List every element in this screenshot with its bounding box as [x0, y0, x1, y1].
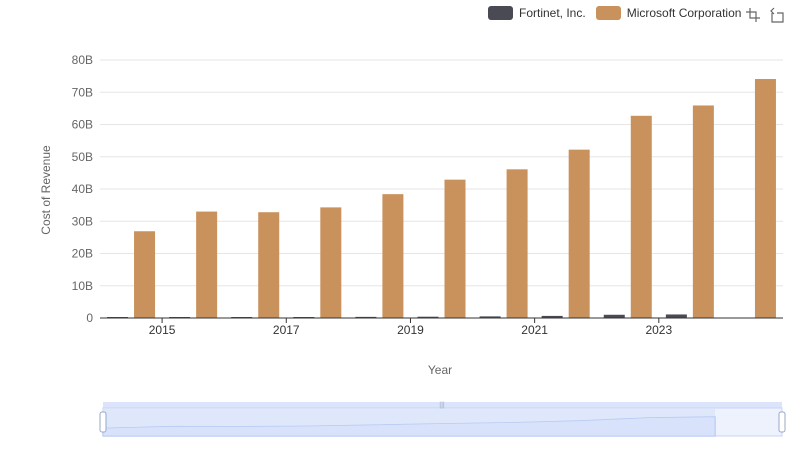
x-tick-label: 2021 [521, 323, 548, 337]
x-tick-label: 2015 [149, 323, 176, 337]
y-tick-label: 10B [72, 279, 93, 293]
zoom-select-icon[interactable] [744, 6, 762, 24]
y-tick-label: 0 [86, 311, 93, 325]
y-tick-label: 40B [72, 182, 93, 196]
x-axis-label: Year [428, 363, 452, 377]
y-axis: 0 10B 20B 30B 40B 50B 60B 70B 80B [72, 53, 94, 325]
zoom-handle-right[interactable] [778, 411, 786, 433]
bar-microsoft-2023[interactable] [692, 105, 714, 318]
bar-microsoft-2020[interactable] [506, 169, 528, 318]
zoom-grip[interactable]: ||| [439, 402, 445, 409]
legend-item-fortinet[interactable]: Fortinet, Inc. [488, 6, 586, 20]
legend-label-fortinet: Fortinet, Inc. [519, 6, 586, 20]
legend-swatch-fortinet [488, 6, 513, 20]
bar-microsoft-2022[interactable] [630, 115, 652, 318]
zoom-selected-range[interactable] [103, 408, 715, 436]
bar-microsoft-2018[interactable] [382, 194, 404, 318]
bar-microsoft-2016[interactable] [258, 212, 280, 318]
y-tick-label: 60B [72, 118, 93, 132]
legend-item-microsoft[interactable]: Microsoft Corporation [595, 6, 742, 20]
y-tick-label: 30B [72, 214, 93, 228]
legend-label-microsoft: Microsoft Corporation [626, 6, 742, 20]
legend-swatch-microsoft [595, 6, 621, 20]
y-tick-label: 70B [72, 85, 93, 99]
y-axis-label: Cost of Revenue [39, 145, 53, 235]
y-tick-label: 20B [72, 247, 93, 261]
bar-microsoft-2021[interactable] [568, 149, 590, 318]
bar-fortinet-2023[interactable] [665, 314, 687, 318]
bar-microsoft-2017[interactable] [320, 207, 342, 318]
bar-microsoft-2014[interactable] [134, 231, 156, 318]
bars [107, 79, 776, 318]
bar-microsoft-2024[interactable] [754, 79, 776, 318]
zoom-handle-left[interactable] [99, 411, 107, 433]
x-tick-label: 2023 [645, 323, 672, 337]
x-axis: 2015 2017 2019 2021 2023 [100, 317, 783, 337]
bar-microsoft-2019[interactable] [444, 179, 466, 318]
x-tick-label: 2019 [397, 323, 424, 337]
zoom-reset-icon[interactable] [768, 6, 786, 24]
legend: Fortinet, Inc. Microsoft Corporation [488, 4, 741, 22]
x-tick-label: 2017 [273, 323, 300, 337]
chart-canvas: 010B20B30B40B50B60B70B80B 2015 2017 2019 20… [39, 53, 786, 437]
data-zoom-slider[interactable]: ||| [99, 402, 786, 437]
toolbox [744, 6, 786, 24]
y-tick-label: 50B [72, 150, 93, 164]
y-tick-label: 80B [72, 53, 93, 67]
bar-microsoft-2015[interactable] [196, 211, 218, 318]
